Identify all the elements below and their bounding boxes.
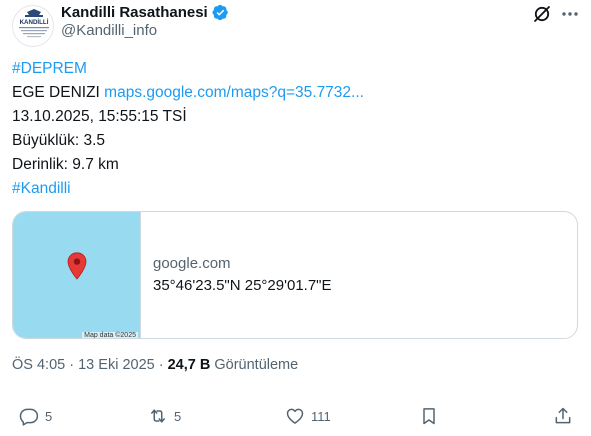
repost-count: 5 [174,408,182,424]
tweet-time[interactable]: ÖS 4:05 [12,357,65,373]
map-attribution: Map data ©2025 [82,332,138,339]
map-thumbnail[interactable]: Map data ©2025 [13,212,141,339]
bookmark-icon [423,408,435,425]
tweet-text: #DEPREM EGE DENIZI maps.google.com/maps?… [12,57,577,201]
like-button[interactable]: 111 [285,402,331,430]
location-text: EGE DENIZI [12,84,100,101]
tweet-date[interactable]: 13 Eki 2025 [78,357,155,373]
views-label: Görüntüleme [214,357,299,373]
repost-icon [151,409,165,423]
meta-separator: · [158,357,164,373]
avatar-text: KANDİLLİ [20,19,49,26]
reply-button[interactable]: 5 [19,402,52,430]
views-count: 24,7 B [167,357,211,373]
like-count: 111 [311,408,331,424]
author-display-name[interactable]: Kandilli Rasathanesi [61,4,208,21]
grok-icon[interactable] [532,4,552,24]
action-bar: 5 5 111 [0,402,591,430]
reply-icon [19,408,39,426]
avatar[interactable]: KANDİLLİ [12,5,54,47]
map-pin-icon [67,252,87,280]
magnitude-text: Büyüklük: 3.5 [12,132,106,149]
link-preview-card[interactable]: Map data ©2025 google.com 35°46'23.5"N 2… [12,211,578,339]
reply-count: 5 [45,408,53,424]
tweet-meta: ÖS 4:05 · 13 Eki 2025 · 24,7 B Görüntüle… [12,357,298,373]
card-domain: google.com [153,255,231,272]
share-button[interactable] [553,402,573,430]
card-title: 35°46'23.5"N 25°29'01.7"E [153,277,332,294]
datetime-text: 13.10.2025, 15:55:15 TSİ [12,108,187,125]
map-link[interactable]: maps.google.com/maps?q=35.7732... [104,84,364,101]
share-icon [555,407,571,424]
tweet-header: KANDİLLİ Kandilli Rasathanesi @Kandilli_… [0,0,591,50]
avatar-logo: KANDİLLİ [19,9,49,38]
hashtag-deprem[interactable]: #DEPREM [12,60,87,77]
depth-text: Derinlik: 9.7 km [12,156,119,173]
like-icon [286,408,304,424]
verified-badge-icon [212,4,229,21]
meta-separator: · [69,357,75,373]
bookmark-button[interactable] [419,402,439,430]
author-handle[interactable]: @Kandilli_info [61,22,157,39]
more-icon[interactable] [560,4,580,24]
repost-button[interactable]: 5 [148,402,181,430]
hashtag-kandilli[interactable]: #Kandilli [12,180,71,197]
